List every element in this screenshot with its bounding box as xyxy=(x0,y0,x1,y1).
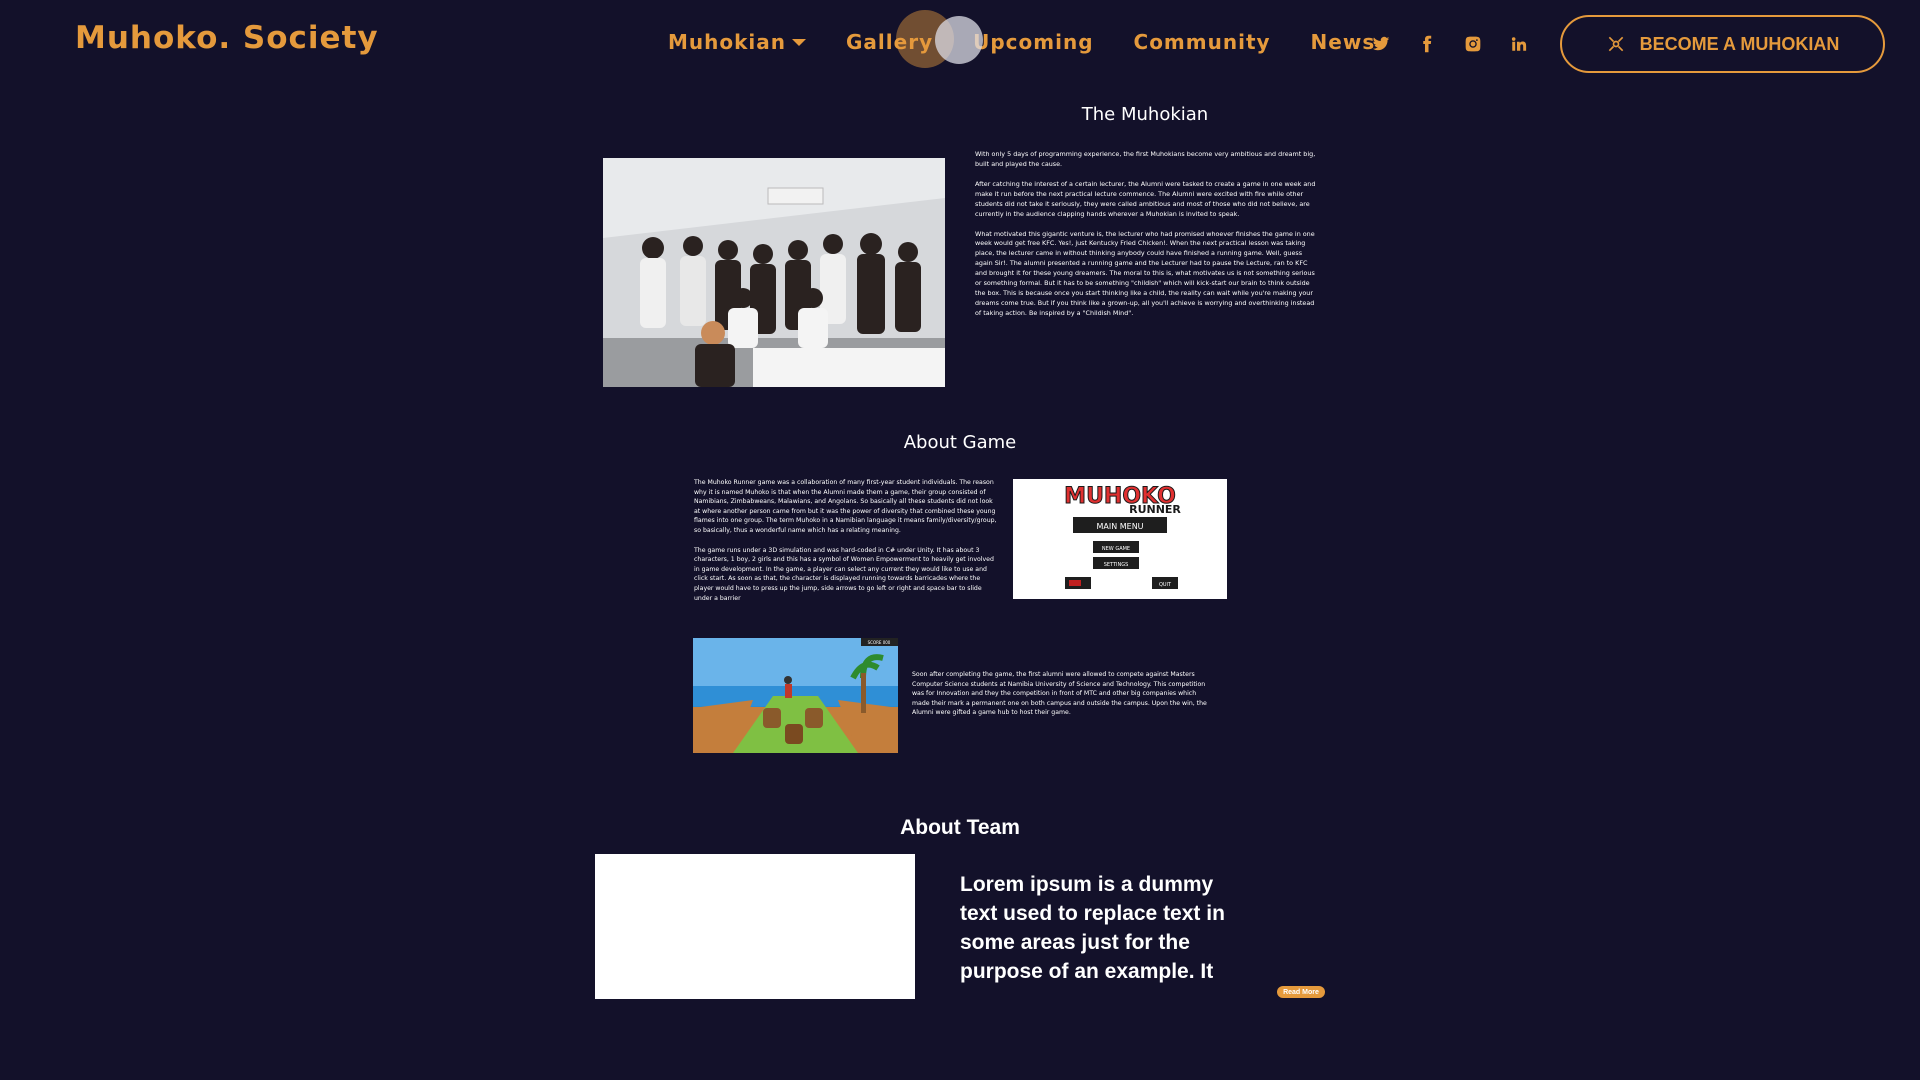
nav-links: Muhokian Gallery Upcoming Community News xyxy=(668,30,1415,54)
game-quit-label: QUIT xyxy=(1159,582,1172,588)
muhokian-story: With only 5 days of programming experien… xyxy=(975,150,1320,329)
game-runner-screenshot: SCORE 000 xyxy=(693,638,898,753)
team-description: Lorem ipsum is a dummy text used to repl… xyxy=(960,873,1225,983)
twitter-icon[interactable] xyxy=(1370,33,1392,55)
section-title-team: About Team xyxy=(900,816,1020,839)
muhokian-paragraph: What motivated this gigantic venture is,… xyxy=(975,229,1315,317)
team-photo xyxy=(595,854,915,999)
section-title-muhokian: The Muhokian xyxy=(1081,104,1209,125)
nav-link-label: Muhokian xyxy=(668,30,787,54)
cta-label: BECOME A MUHOKIAN xyxy=(1639,33,1840,54)
facebook-icon[interactable] xyxy=(1416,33,1438,55)
nav-link-upcoming[interactable]: Upcoming xyxy=(973,30,1093,54)
game-settings-label: SETTINGS xyxy=(1104,562,1129,568)
become-member-button[interactable]: BECOME A MUHOKIAN xyxy=(1560,15,1885,73)
game-paragraph: The game runs under a 3D simulation and … xyxy=(694,546,994,602)
game-logo-bottom: RUNNER xyxy=(1129,503,1181,516)
cursor-dot xyxy=(935,16,983,64)
chevron-down-icon xyxy=(792,38,807,46)
linkedin-icon[interactable] xyxy=(1508,33,1530,55)
brand-logo[interactable]: Muhoko. Society xyxy=(75,20,379,56)
nav-link-muhokian[interactable]: Muhokian xyxy=(668,30,807,54)
people-group-icon xyxy=(1608,36,1623,52)
instagram-icon[interactable] xyxy=(1462,33,1484,55)
section-title-game: About Game xyxy=(903,432,1017,453)
nav-link-label: News xyxy=(1310,30,1376,54)
game-competition-text: Soon after completing the game, the firs… xyxy=(912,671,1207,717)
nav-link-community[interactable]: Community xyxy=(1134,30,1271,54)
muhokian-group-photo xyxy=(603,158,945,387)
game-main-menu-screenshot: MUHOKO RUNNER MAIN MENU NEW GAME SETTING… xyxy=(1013,479,1227,599)
muhokian-paragraph: After catching the interest of a certain… xyxy=(975,179,1316,218)
nav-link-label: Community xyxy=(1133,30,1271,54)
game-paragraph: The Muhoko Runner game was a collaborati… xyxy=(694,479,997,535)
game-high-score: SCORE 000 xyxy=(868,640,891,645)
game-description: The Muhoko Runner game was a collaborati… xyxy=(694,478,999,613)
game-main-menu-label: MAIN MENU xyxy=(1096,522,1143,531)
nav-link-label: Upcoming xyxy=(973,30,1094,54)
muhokian-paragraph: With only 5 days of programming experien… xyxy=(975,150,1316,168)
navbar: Muhoko. Society Muhokian Gallery Upcomin… xyxy=(0,0,1920,86)
read-more-button[interactable]: Read More xyxy=(1277,986,1325,998)
game-new-game-label: NEW GAME xyxy=(1102,546,1130,552)
nav-link-news[interactable]: News xyxy=(1311,30,1376,54)
social-links xyxy=(1370,33,1554,55)
